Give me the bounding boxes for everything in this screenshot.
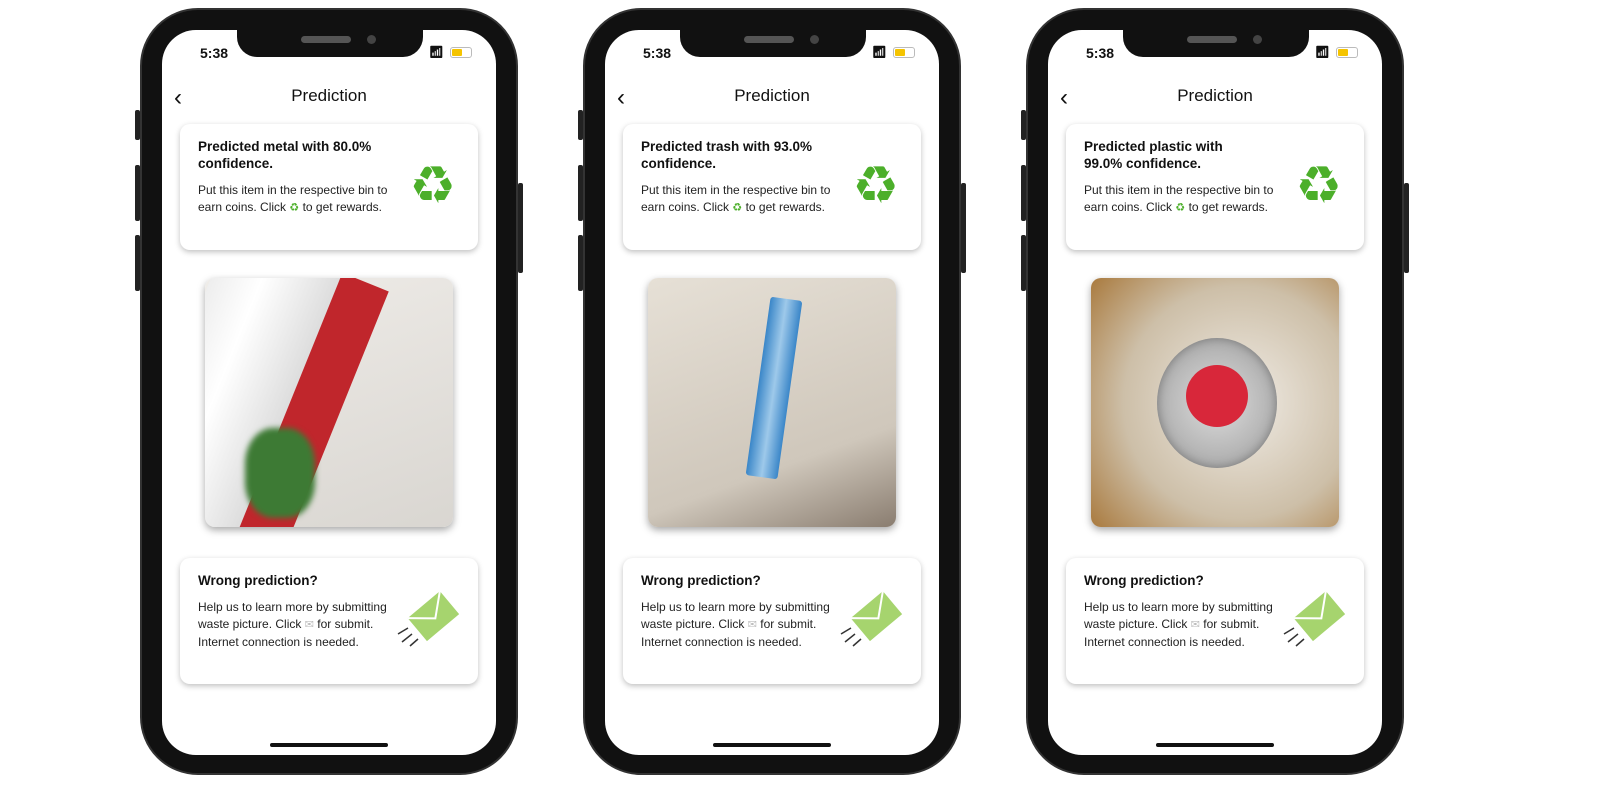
notch bbox=[680, 30, 866, 57]
envelope-icon: ✉ bbox=[1190, 619, 1200, 631]
phone-mockup: 5:38 📶︎ ‹ Prediction Predicted plastic w… bbox=[1021, 8, 1409, 775]
mute-switch bbox=[1021, 110, 1026, 140]
power-button bbox=[961, 183, 966, 273]
wrong-prediction-text: Help us to learn more by submitting wast… bbox=[1084, 600, 1273, 649]
volume-down-button bbox=[578, 235, 583, 291]
volume-down-button bbox=[1021, 235, 1026, 291]
page-title: Prediction bbox=[1177, 86, 1253, 105]
envelope-icon: ✉ bbox=[304, 619, 314, 631]
prediction-text: Predicted plastic with 99.0% confidence. bbox=[1084, 139, 1223, 171]
battery-icon bbox=[1336, 46, 1358, 58]
prediction-text: Predicted metal with 80.0% confidence. bbox=[198, 139, 372, 171]
page-title: Prediction bbox=[734, 86, 810, 105]
phone-screen: 5:38 📶︎ ‹ Prediction Predicted trash wit… bbox=[605, 30, 939, 755]
battery-icon bbox=[893, 46, 915, 58]
mute-switch bbox=[578, 110, 583, 140]
wrong-prediction-card: Wrong prediction? Help us to learn more … bbox=[1066, 558, 1364, 684]
camera bbox=[1253, 35, 1262, 44]
status-time: 5:38 bbox=[1086, 45, 1115, 61]
wrong-prediction-title: Wrong prediction? bbox=[198, 573, 318, 588]
home-indicator bbox=[270, 743, 388, 747]
camera bbox=[367, 35, 376, 44]
page-title: Prediction bbox=[291, 86, 367, 105]
phone-mockup: 5:38 📶︎ ‹ Prediction Predicted trash wit… bbox=[578, 8, 966, 775]
envelope-icon[interactable] bbox=[1280, 588, 1346, 654]
battery-icon bbox=[450, 46, 472, 58]
home-indicator bbox=[1156, 743, 1274, 747]
notch bbox=[1123, 30, 1309, 57]
recycle-icon: ♻ bbox=[1175, 202, 1186, 214]
wrong-prediction-text: Help us to learn more by submitting wast… bbox=[198, 600, 387, 649]
status-icons: 📶︎ bbox=[1315, 45, 1358, 59]
mute-switch bbox=[135, 110, 140, 140]
home-indicator bbox=[713, 743, 831, 747]
status-time: 5:38 bbox=[643, 45, 672, 61]
status-icons: 📶︎ bbox=[429, 45, 472, 59]
prediction-text: Predicted trash with 93.0% confidence. bbox=[641, 139, 813, 171]
recycle-icon[interactable]: ♻ bbox=[409, 160, 456, 212]
wrong-prediction-card: Wrong prediction? Help us to learn more … bbox=[180, 558, 478, 684]
volume-down-button bbox=[135, 235, 140, 291]
speaker bbox=[301, 36, 351, 43]
volume-up-button bbox=[1021, 165, 1026, 221]
phone-mockup: 5:38 📶︎ ‹ Prediction Predicted metal wit… bbox=[135, 8, 523, 775]
phone-screen: 5:38 📶︎ ‹ Prediction Predicted plastic w… bbox=[1048, 30, 1382, 755]
status-icons: 📶︎ bbox=[872, 45, 915, 59]
wrong-prediction-text: Help us to learn more by submitting wast… bbox=[641, 600, 830, 649]
recycle-icon: ♻ bbox=[732, 202, 743, 214]
wifi-icon: 📶︎ bbox=[428, 45, 444, 59]
instruction-text: Put this item in the respective bin to e… bbox=[198, 183, 388, 214]
envelope-icon[interactable] bbox=[837, 588, 903, 654]
speaker bbox=[744, 36, 794, 43]
wrong-prediction-card: Wrong prediction? Help us to learn more … bbox=[623, 558, 921, 684]
volume-up-button bbox=[578, 165, 583, 221]
recycle-icon: ♻ bbox=[289, 202, 300, 214]
captured-photo bbox=[648, 278, 896, 527]
recycle-icon[interactable]: ♻ bbox=[852, 160, 899, 212]
wifi-icon: 📶︎ bbox=[1314, 45, 1330, 59]
wifi-icon: 📶︎ bbox=[871, 45, 887, 59]
power-button bbox=[518, 183, 523, 273]
camera bbox=[810, 35, 819, 44]
prediction-card: Predicted metal with 80.0% confidence. P… bbox=[180, 124, 478, 250]
wrong-prediction-title: Wrong prediction? bbox=[1084, 573, 1204, 588]
envelope-icon[interactable] bbox=[394, 588, 460, 654]
captured-photo bbox=[1091, 278, 1339, 527]
instruction-text: Put this item in the respective bin to e… bbox=[641, 183, 831, 214]
power-button bbox=[1404, 183, 1409, 273]
instruction-text: Put this item in the respective bin to e… bbox=[1084, 183, 1274, 214]
recycle-icon[interactable]: ♻ bbox=[1295, 160, 1342, 212]
prediction-card: Predicted plastic with 99.0% confidence.… bbox=[1066, 124, 1364, 250]
notch bbox=[237, 30, 423, 57]
phone-screen: 5:38 📶︎ ‹ Prediction Predicted metal wit… bbox=[162, 30, 496, 755]
captured-photo bbox=[205, 278, 453, 527]
envelope-icon: ✉ bbox=[747, 619, 757, 631]
wrong-prediction-title: Wrong prediction? bbox=[641, 573, 761, 588]
speaker bbox=[1187, 36, 1237, 43]
volume-up-button bbox=[135, 165, 140, 221]
prediction-card: Predicted trash with 93.0% confidence. P… bbox=[623, 124, 921, 250]
status-time: 5:38 bbox=[200, 45, 229, 61]
